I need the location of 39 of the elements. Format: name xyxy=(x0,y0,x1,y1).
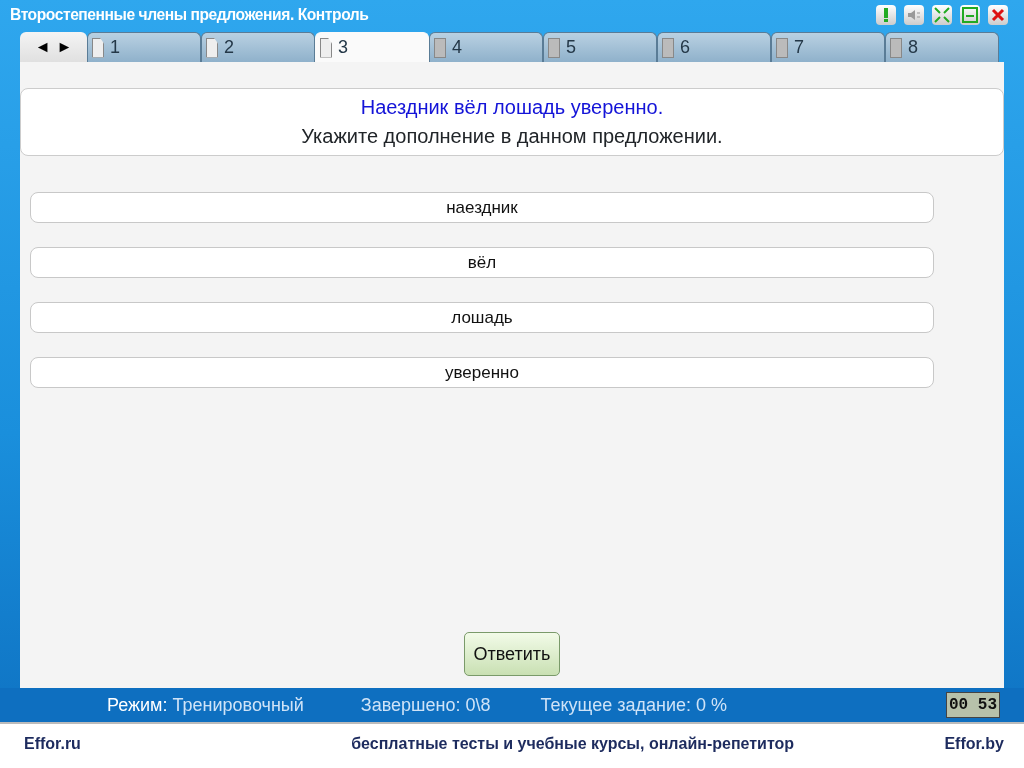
answer-button[interactable]: Ответить xyxy=(463,632,561,676)
close-icon[interactable] xyxy=(988,5,1008,25)
answer-option[interactable]: наездник xyxy=(30,192,934,223)
page-tab[interactable]: 4 xyxy=(429,32,543,62)
window-title: Второстепенные члены предложения. Контроль xyxy=(10,4,369,27)
page-icon xyxy=(320,37,332,58)
mode-value: Тренировочный xyxy=(172,693,304,717)
current-task-status: Текущее задание: 0 % xyxy=(540,693,728,717)
collapse-icon[interactable] xyxy=(932,5,952,25)
page-tab[interactable]: 5 xyxy=(543,32,657,62)
save-icon[interactable] xyxy=(960,5,980,25)
answer-option[interactable]: вёл xyxy=(30,247,934,278)
mode-label: Режим: xyxy=(107,693,168,717)
page-tab[interactable]: 8 xyxy=(885,32,999,62)
question-prompt: Укажите дополнение в данном предложении. xyxy=(300,124,724,149)
page-icon xyxy=(548,37,560,58)
previous-button[interactable]: ◄ xyxy=(34,39,51,55)
page-icon xyxy=(890,37,902,58)
page-icon xyxy=(662,37,674,58)
page-icon xyxy=(206,37,218,58)
page-tab[interactable]: 6 xyxy=(657,32,771,62)
page-tab[interactable]: 2 xyxy=(201,32,315,62)
page-tab[interactable]: 3 xyxy=(315,32,429,62)
alert-icon[interactable] xyxy=(876,5,896,25)
page-icon xyxy=(776,37,788,58)
speaker-icon[interactable] xyxy=(904,5,924,25)
footer-tagline: бесплатные тесты и учебные курсы, онлайн-репетитор xyxy=(351,734,795,754)
completed-status: Завершено: 0\8 xyxy=(360,693,491,717)
timer-display: 00 53 xyxy=(946,692,1000,718)
question-sentence: Наездник вёл лошадь уверенно. xyxy=(359,95,665,120)
page-icon xyxy=(434,37,446,58)
page-tab[interactable]: 7 xyxy=(771,32,885,62)
site-link[interactable]: Effor.ru xyxy=(24,732,81,756)
page-tab[interactable]: 1 xyxy=(87,32,201,62)
site-link[interactable]: Effor.by xyxy=(944,732,1004,756)
next-button[interactable]: ► xyxy=(56,39,73,55)
answer-option[interactable]: лошадь xyxy=(30,302,934,333)
page-icon xyxy=(92,37,104,58)
answer-option[interactable]: уверенно xyxy=(30,357,934,388)
